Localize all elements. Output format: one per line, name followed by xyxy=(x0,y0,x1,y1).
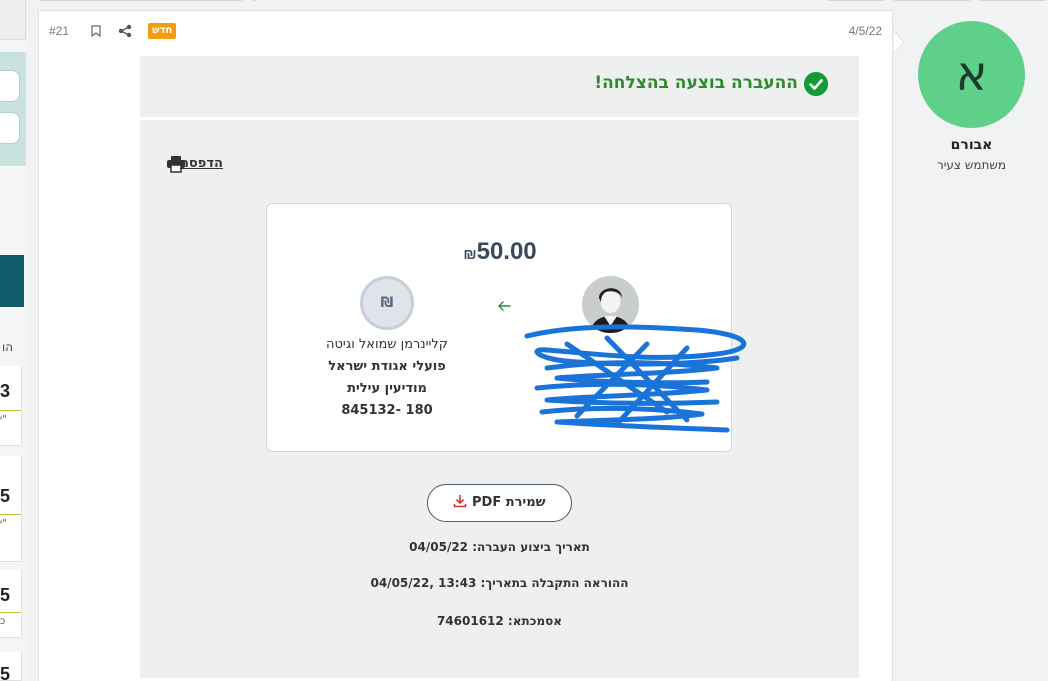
recipient-bank: פועלי אגודת ישראל xyxy=(328,359,446,374)
post-date: 4/5/22 xyxy=(848,24,882,38)
left-card-divider xyxy=(0,514,21,515)
top-tab[interactable] xyxy=(252,0,258,1)
left-dark-block[interactable] xyxy=(0,255,24,307)
left-teal-panel xyxy=(0,52,26,166)
received-date: ההוראה התקבלה בתאריך: 13:43 ,04/05/22 xyxy=(370,576,629,590)
left-card-divider xyxy=(0,612,21,613)
transfer-amount: ₪50.00 xyxy=(267,238,733,266)
left-pill-button[interactable] xyxy=(0,70,20,102)
shekel-icon: ₪ xyxy=(380,295,394,311)
recipient-details: קליינרמן שמואל וגיטה פועלי אגודת ישראל מ… xyxy=(297,334,477,422)
arrow-left-icon xyxy=(498,301,511,311)
left-card-number: 5 xyxy=(0,664,11,681)
left-card-divider xyxy=(0,410,21,411)
left-card-sub: י" xyxy=(0,414,7,425)
left-card-number: 3 xyxy=(0,381,11,401)
save-pdf-button[interactable]: שמירת PDF xyxy=(427,484,572,522)
left-pill-button[interactable] xyxy=(0,112,20,144)
recipient-name: קליינרמן שמואל וגיטה xyxy=(326,337,448,352)
post-pointer xyxy=(892,30,904,54)
left-card-sub: כ xyxy=(0,616,6,627)
print-link[interactable]: הדפסה xyxy=(180,156,223,171)
user-role: משתמש צעיר xyxy=(936,158,1007,172)
transfer-card: ₪50.00 ₪ קליינרמן שמואל וגיטה פועלי אגוד… xyxy=(266,203,747,452)
share-icon[interactable] xyxy=(118,24,132,38)
redaction-scribble xyxy=(524,324,747,433)
left-sidebar: הו 3 י" 5 י" 5 כ 5 xyxy=(0,0,26,681)
post-number[interactable]: #21 xyxy=(49,24,69,38)
check-circle-icon xyxy=(804,72,828,96)
new-badge: חדש xyxy=(148,23,177,39)
save-pdf-label: שמירת PDF xyxy=(472,495,546,510)
left-card-number: 5 xyxy=(0,486,11,506)
success-bar: ההעברה בוצעה בהצלחה! xyxy=(140,56,859,120)
execution-date: תאריך ביצוע העברה: 04/05/22 xyxy=(409,540,590,554)
reference-number: אסמכתא: 74601612 xyxy=(436,614,563,628)
left-top-button[interactable] xyxy=(0,0,26,40)
top-tab[interactable] xyxy=(892,0,972,1)
left-card-sub: י" xyxy=(0,518,7,529)
left-card[interactable]: 5 י" xyxy=(0,456,22,562)
bank-logo: ₪ xyxy=(360,276,414,330)
user-avatar[interactable]: א xyxy=(918,21,1025,128)
top-tab[interactable] xyxy=(826,0,886,1)
left-card[interactable]: 5 כ xyxy=(0,570,22,638)
left-card[interactable]: 5 xyxy=(0,652,22,681)
currency-symbol: ₪ xyxy=(463,246,477,263)
success-message: ההעברה בוצעה בהצלחה! xyxy=(594,73,798,93)
top-tab[interactable] xyxy=(977,0,1048,1)
recipient-branch: מודיעין עילית xyxy=(347,381,427,396)
amount-value: 50.00 xyxy=(476,238,537,265)
post-panel: #21 חדש 4/5/22 ההעברה בוצעה בהצלחה! הדפס… xyxy=(38,10,893,681)
download-icon xyxy=(454,495,467,508)
page: הו 3 י" 5 י" 5 כ 5 #21 חדש 4/5/22 ההעברה… xyxy=(0,0,1048,681)
left-card[interactable]: 3 י" xyxy=(0,366,22,446)
user-name[interactable]: אבורם xyxy=(918,137,1025,153)
post-header: #21 חדש 4/5/22 xyxy=(39,11,892,49)
left-letter: הו xyxy=(2,340,14,354)
bookmark-icon[interactable] xyxy=(91,25,101,37)
top-tab[interactable] xyxy=(38,0,244,1)
recipient-account: 180 -845132 xyxy=(341,403,433,418)
left-card-number: 5 xyxy=(0,585,11,605)
transfer-confirmation: ההעברה בוצעה בהצלחה! הדפסה ₪50.00 ₪ קליי… xyxy=(140,56,859,678)
